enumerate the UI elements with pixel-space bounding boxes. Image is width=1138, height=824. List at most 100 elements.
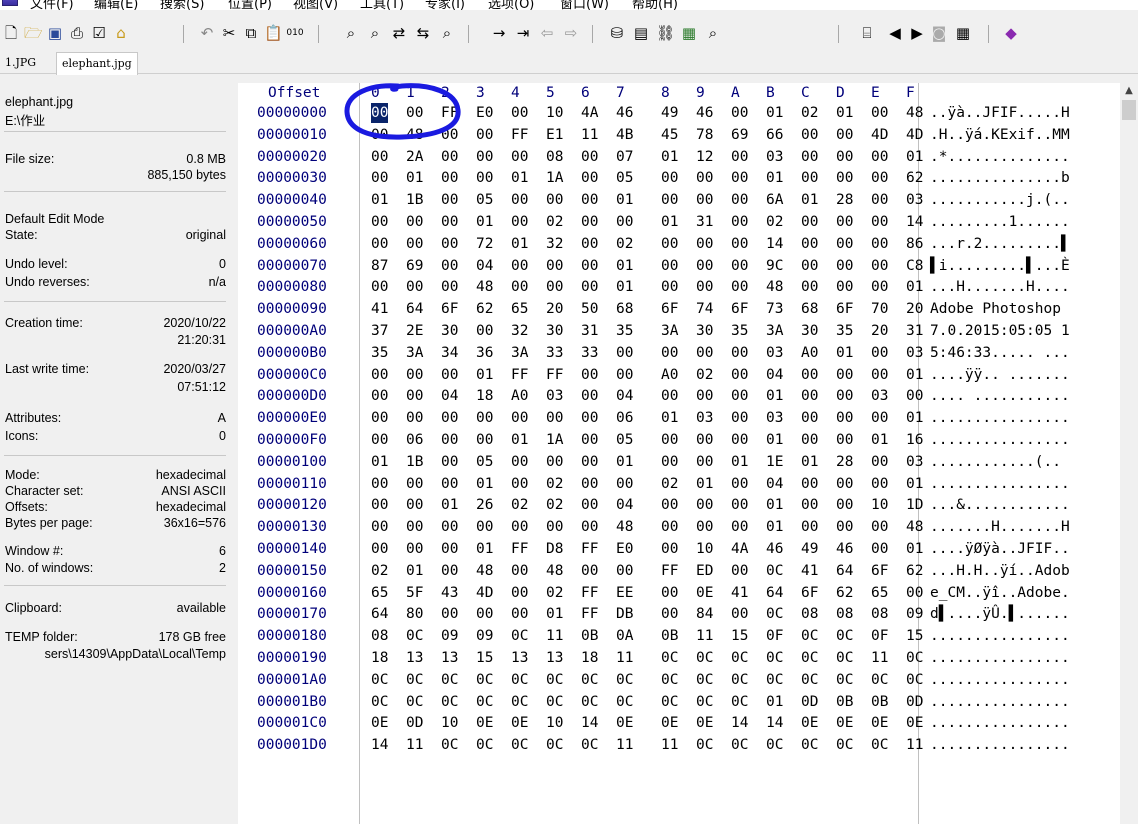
hex-byte[interactable]: 00 xyxy=(836,386,853,406)
properties-icon[interactable]: ☑ xyxy=(90,24,108,42)
replace-text-icon[interactable]: ⇄ xyxy=(390,24,408,42)
hex-byte[interactable]: 00 xyxy=(871,256,888,276)
hex-byte[interactable]: 11 xyxy=(661,735,678,755)
hex-byte[interactable]: 15 xyxy=(906,626,923,646)
hex-byte[interactable]: 14 xyxy=(731,713,748,733)
print-icon[interactable]: ⎙ xyxy=(68,24,86,42)
hex-byte[interactable]: 01 xyxy=(476,365,493,385)
hex-byte[interactable]: 0C xyxy=(731,670,748,690)
ascii-text[interactable]: .......H.......H xyxy=(930,517,1070,537)
hex-byte[interactable]: 00 xyxy=(871,168,888,188)
hex-byte[interactable]: 11 xyxy=(546,626,563,646)
hex-byte[interactable]: 04 xyxy=(766,474,783,494)
previous-icon[interactable]: ◀ xyxy=(886,24,904,42)
row-offset[interactable]: 00000150 xyxy=(257,561,349,581)
hex-byte[interactable]: 37 xyxy=(371,321,388,341)
hex-byte[interactable]: 01 xyxy=(371,190,388,210)
hex-byte[interactable]: 01 xyxy=(511,430,528,450)
hex-byte[interactable]: 00 xyxy=(511,561,528,581)
hex-byte[interactable]: 13 xyxy=(406,648,423,668)
hex-byte[interactable]: 00 xyxy=(731,256,748,276)
hex-byte[interactable]: 00 xyxy=(661,343,678,363)
hex-byte[interactable]: 06 xyxy=(616,408,633,428)
hex-byte[interactable]: 00 xyxy=(661,517,678,537)
hex-byte[interactable]: 64 xyxy=(766,583,783,603)
ascii-text[interactable]: ............(.. xyxy=(930,452,1061,472)
hex-byte[interactable]: 0E xyxy=(371,713,388,733)
hex-byte[interactable]: 20 xyxy=(871,321,888,341)
hex-byte[interactable]: 04 xyxy=(476,256,493,276)
hex-byte[interactable]: 14 xyxy=(581,713,598,733)
hex-byte[interactable]: 41 xyxy=(801,561,818,581)
hex-byte[interactable]: 01 xyxy=(801,452,818,472)
hex-byte[interactable]: 0C xyxy=(661,670,678,690)
hex-byte[interactable]: 62 xyxy=(836,583,853,603)
hex-byte[interactable]: 00 xyxy=(801,386,818,406)
hex-byte[interactable]: 0C xyxy=(696,735,713,755)
menu-edit[interactable]: 编辑(E) xyxy=(94,0,138,12)
hex-byte[interactable]: 41 xyxy=(371,299,388,319)
hex-byte[interactable]: 0C xyxy=(731,648,748,668)
hex-byte[interactable]: 05 xyxy=(616,430,633,450)
hex-byte[interactable]: 02 xyxy=(511,495,528,515)
hex-byte[interactable]: 35 xyxy=(836,321,853,341)
hex-byte[interactable]: 11 xyxy=(696,626,713,646)
hex-byte[interactable]: 49 xyxy=(661,103,678,123)
hex-byte[interactable]: 00 xyxy=(871,408,888,428)
hex-byte[interactable]: 01 xyxy=(661,212,678,232)
hex-byte[interactable]: 64 xyxy=(406,299,423,319)
hex-byte[interactable]: 10 xyxy=(441,713,458,733)
hex-byte[interactable]: 48 xyxy=(476,277,493,297)
hex-byte[interactable]: 00 xyxy=(476,604,493,624)
hex-byte[interactable]: 01 xyxy=(906,277,923,297)
hex-byte[interactable]: 00 xyxy=(581,234,598,254)
hex-byte[interactable]: 00 xyxy=(581,408,598,428)
hex-byte[interactable]: 00 xyxy=(511,190,528,210)
hex-byte[interactable]: DB xyxy=(616,604,633,624)
hex-byte[interactable]: 01 xyxy=(836,103,853,123)
hex-byte[interactable]: 00 xyxy=(511,452,528,472)
hex-byte[interactable]: 0C xyxy=(406,692,423,712)
hex-byte[interactable]: 01 xyxy=(731,452,748,472)
hex-byte[interactable]: 08 xyxy=(871,604,888,624)
hex-byte[interactable]: 05 xyxy=(476,452,493,472)
hex-byte[interactable]: 0D xyxy=(406,713,423,733)
hex-byte[interactable]: 2A xyxy=(406,147,423,167)
row-offset[interactable]: 000000D0 xyxy=(257,386,349,406)
hex-byte[interactable]: 6F xyxy=(731,299,748,319)
menu-search[interactable]: 搜索(S) xyxy=(160,0,204,12)
hex-byte[interactable]: 00 xyxy=(476,408,493,428)
hex-byte[interactable]: 01 xyxy=(661,408,678,428)
hex-byte[interactable]: 00 xyxy=(511,147,528,167)
hex-byte[interactable]: 31 xyxy=(581,321,598,341)
row-offset[interactable]: 000000F0 xyxy=(257,430,349,450)
hex-byte[interactable]: 00 xyxy=(801,147,818,167)
hex-byte[interactable]: 00 xyxy=(871,343,888,363)
hex-byte[interactable]: 02 xyxy=(766,212,783,232)
ascii-text[interactable]: ...&............ xyxy=(930,495,1070,515)
hex-byte[interactable]: 00 xyxy=(511,256,528,276)
hex-byte[interactable]: 87 xyxy=(371,256,388,276)
hex-byte[interactable]: 01 xyxy=(766,168,783,188)
hex-byte[interactable]: 00 xyxy=(511,517,528,537)
hex-byte[interactable]: 65 xyxy=(511,299,528,319)
hex-byte[interactable]: 00 xyxy=(406,234,423,254)
hex-byte[interactable]: 9C xyxy=(766,256,783,276)
ascii-text[interactable]: ...............b xyxy=(930,168,1070,188)
hex-byte[interactable]: 00 xyxy=(511,277,528,297)
hex-byte[interactable]: 02 xyxy=(546,212,563,232)
hex-byte[interactable]: 0F xyxy=(871,626,888,646)
hex-byte[interactable]: 6A xyxy=(766,190,783,210)
hex-byte[interactable]: 00 xyxy=(731,343,748,363)
hex-byte[interactable]: 00 xyxy=(371,386,388,406)
hex-byte[interactable]: 00 xyxy=(801,408,818,428)
menu-window[interactable]: 窗口(W) xyxy=(560,0,609,12)
hex-byte[interactable]: 0C xyxy=(661,692,678,712)
hex-byte[interactable]: 03 xyxy=(906,343,923,363)
hex-byte[interactable]: 68 xyxy=(801,299,818,319)
hex-byte[interactable]: 00 xyxy=(906,583,923,603)
hex-byte[interactable]: 00 xyxy=(616,561,633,581)
hex-byte[interactable]: FF xyxy=(511,125,528,145)
hex-byte[interactable]: 00 xyxy=(871,452,888,472)
row-offset[interactable]: 00000010 xyxy=(257,125,349,145)
